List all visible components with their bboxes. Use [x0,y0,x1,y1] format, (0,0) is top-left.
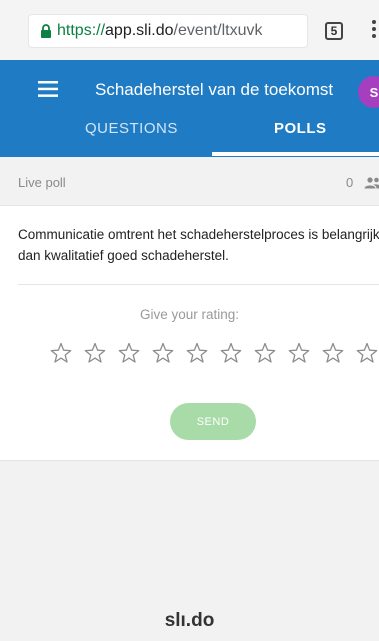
participant-count: 0 [346,175,354,190]
browser-toolbar: https://app.sli.do/event/ltxuvk 5 [0,0,379,61]
poll-question: Communicatie omtrent het schadeherstelpr… [18,227,379,263]
more-vert-icon[interactable] [372,20,376,43]
star-outline-icon[interactable] [49,341,83,367]
event-title: Schadeherstel van de toekomst [95,80,334,99]
url-host: app.sli.do [105,22,174,39]
star-outline-icon[interactable] [185,341,219,367]
poll-card: Communicatie omtrent het schadeherstelpr… [0,206,379,461]
url-scheme: https:// [57,22,106,39]
rating-prompt: Give your rating: [139,307,240,322]
url-text: https://app.sli.do/event/ltxuvk [57,22,262,40]
app-header: Schadeherstel van de toekomst S QUESTION… [0,60,379,157]
live-poll-header: Live poll 0 [0,157,379,206]
live-poll-label: Live poll [18,175,66,190]
divider [18,284,379,285]
star-outline-icon[interactable] [151,341,185,367]
tab-switcher-button[interactable]: 5 [325,22,343,40]
url-path: /event/ltxuvk [173,22,263,39]
send-button[interactable]: SEND [170,403,256,440]
star-outline-icon[interactable] [355,341,379,367]
star-outline-icon[interactable] [83,341,117,367]
lock-icon [35,23,57,39]
avatar[interactable]: S [358,76,379,108]
hamburger-icon[interactable] [38,81,58,102]
people-icon [364,176,379,194]
active-tab-indicator [212,152,379,156]
star-outline-icon[interactable] [219,341,253,367]
slido-logo: slı.do [164,610,215,631]
star-outline-icon[interactable] [287,341,321,367]
tab-questions[interactable]: QUESTIONS [85,120,178,137]
address-bar[interactable]: https://app.sli.do/event/ltxuvk [29,15,307,47]
star-outline-icon[interactable] [253,341,287,367]
tab-polls[interactable]: POLLS [274,120,327,137]
star-outline-icon[interactable] [321,341,355,367]
star-rating [49,341,379,367]
star-outline-icon[interactable] [117,341,151,367]
